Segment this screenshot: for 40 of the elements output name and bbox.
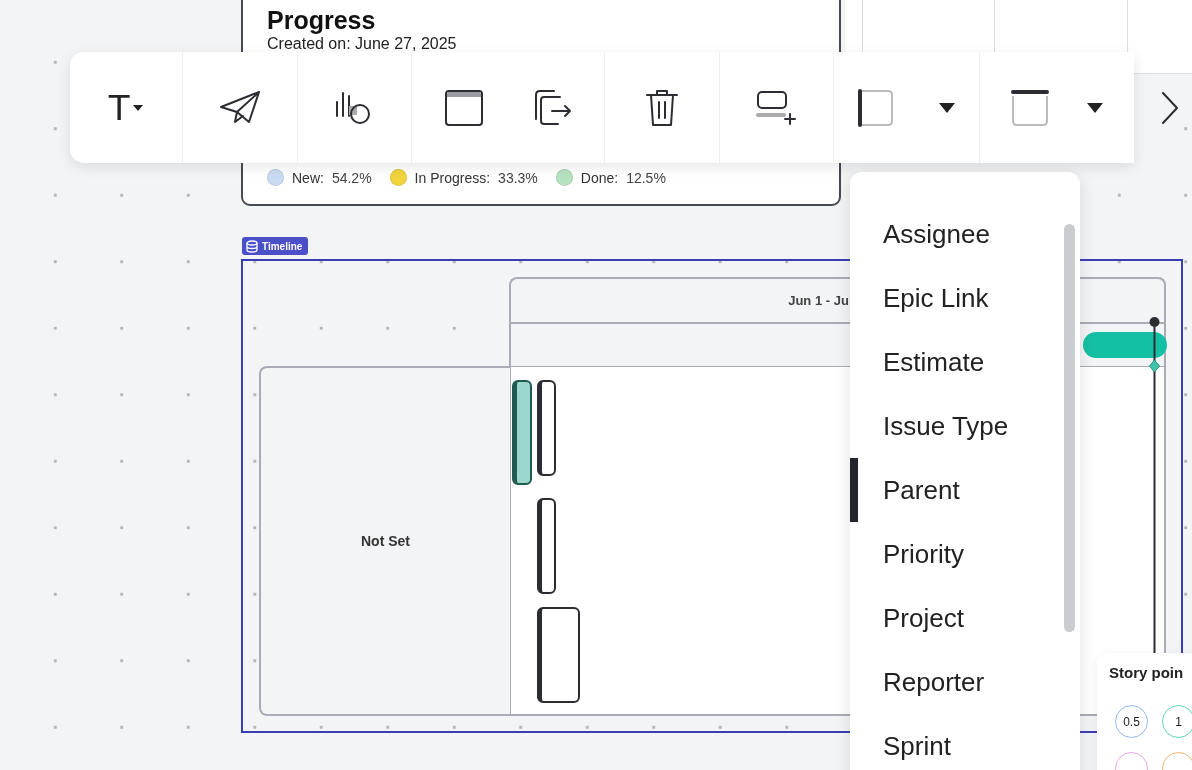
caret-icon (1086, 101, 1104, 114)
menu-item[interactable]: Estimate (850, 330, 1080, 394)
menu-item[interactable]: Sprint (850, 714, 1080, 770)
lane-label: Not Set (361, 533, 410, 549)
menu-item[interactable]: Project (850, 586, 1080, 650)
caret-icon (938, 101, 957, 114)
legend-value: 54.2% (331, 169, 372, 186)
scrollbar[interactable] (1064, 224, 1075, 632)
task-bar[interactable] (537, 498, 556, 594)
trash-icon (645, 88, 680, 127)
legend-value: 12.5% (626, 169, 666, 186)
menu-item[interactable]: Priority (850, 522, 1080, 586)
caret-icon (131, 103, 144, 112)
next-button[interactable] (1160, 90, 1180, 126)
chevron-right-icon (1160, 90, 1180, 126)
point-chip[interactable]: 1 (1162, 705, 1192, 738)
menu-item[interactable]: Assignee (850, 202, 1080, 266)
card-title: Progress (267, 6, 377, 35)
menu-item[interactable]: Reporter (850, 650, 1080, 714)
add-row-icon (756, 89, 797, 126)
legend-label: In Progress: (414, 169, 491, 186)
database-icon (246, 239, 258, 253)
text-button[interactable]: T (104, 83, 148, 132)
top-border-icon (1010, 87, 1050, 128)
legend-label: Done: (580, 169, 619, 186)
copy-arrow-icon (532, 88, 573, 127)
menu-item[interactable]: Issue Type (850, 394, 1080, 458)
paper-plane-icon (218, 89, 261, 126)
task-bar[interactable] (537, 607, 580, 703)
menu-item[interactable]: Epic Link (850, 266, 1080, 330)
created-date: Created on: June 27, 2025 (267, 35, 458, 53)
legend-value: 33.3% (498, 169, 538, 186)
window-icon (444, 88, 485, 127)
point-chip[interactable]: 0.5 (1115, 705, 1148, 738)
date-range: Jun 1 - Ju (788, 293, 849, 308)
timeline-tag: Timeline (242, 237, 309, 255)
card-title: Story poin (1109, 664, 1185, 681)
legend-label: New: (292, 169, 324, 186)
task-bar[interactable] (537, 380, 556, 476)
menu-item[interactable]: Parent (850, 458, 1080, 522)
